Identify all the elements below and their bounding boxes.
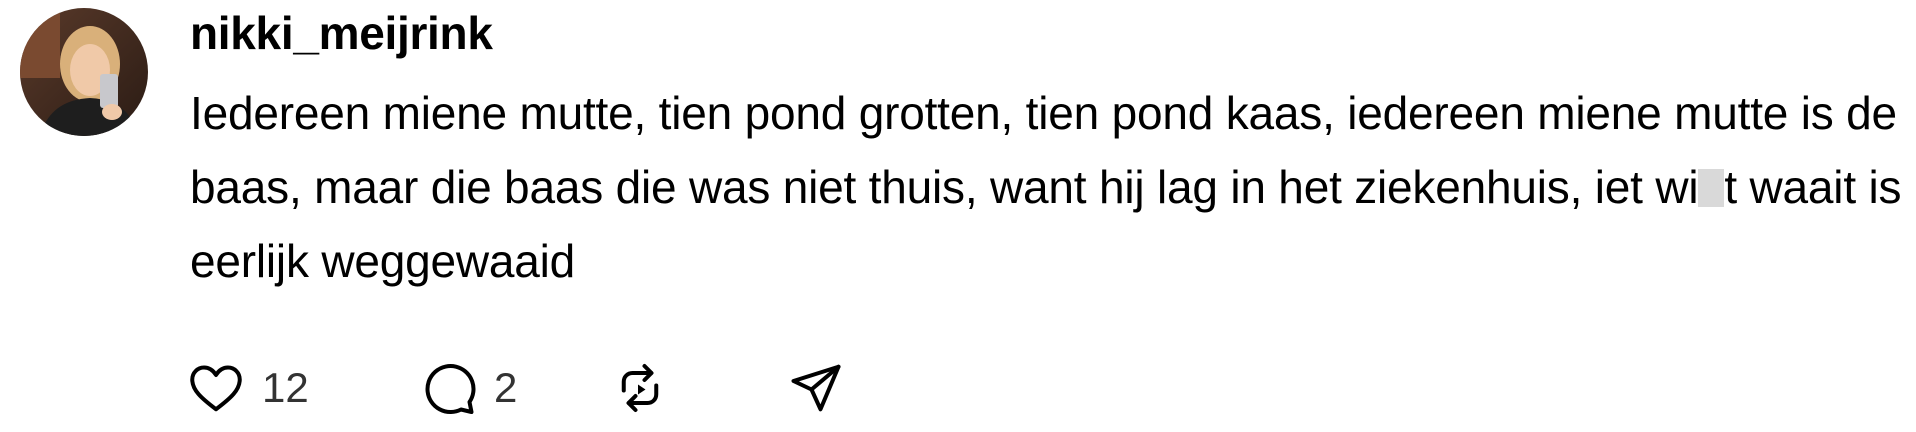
send-paper-plane-icon [791,364,841,412]
post-content: nikki_meijrink Iedereen miene mutte, tie… [190,0,1916,298]
repost-arrows-icon [621,364,659,412]
action-bar: 12 2 [190,358,890,418]
like-button[interactable]: 12 [186,358,309,418]
avatar[interactable] [20,8,148,136]
post-text-part-1: Iedereen miene mutte, tien pond grotten,… [190,87,1897,213]
like-count: 12 [262,364,309,411]
repost-button[interactable] [610,358,670,418]
heart-icon [190,365,242,412]
avatar-image [20,8,148,136]
share-button[interactable] [786,358,846,418]
speech-bubble-icon [425,364,476,415]
reply-count: 2 [494,364,518,411]
reply-button[interactable]: 2 [418,358,517,418]
post: nikki_meijrink Iedereen miene mutte, tie… [0,0,1916,432]
username[interactable]: nikki_meijrink [190,10,1916,56]
post-text: Iedereen miene mutte, tien pond grotten,… [190,76,1910,298]
redaction-block [1698,169,1725,207]
